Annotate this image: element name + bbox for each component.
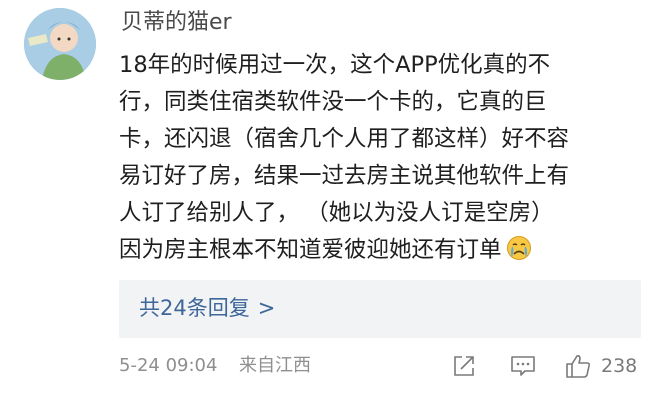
replies-panel: 共24条回复 >	[119, 280, 641, 338]
comment-line: 卡，还闪退（宿舍几个人用了都这样）好不容	[119, 126, 570, 152]
comment-footer: 5-24 09:04 来自江西 238	[119, 351, 649, 381]
like-count: 238	[601, 355, 638, 377]
comment-location: 来自江西	[239, 355, 311, 376]
comment-last-line: 因为房主根本不知道爱彼迎她还有订单	[119, 232, 639, 269]
replies-count-label: 共24条回复	[139, 296, 250, 320]
comment-icon	[511, 356, 535, 376]
comment-line: 易订好了房，结果一过去房主说其他软件上有	[119, 163, 570, 189]
comment-line: 人订了给别人了， （她以为没人订是空房）	[119, 200, 554, 226]
avatar-illustration	[24, 8, 96, 80]
comment-body: 18年的时候用过一次，这个APP优化真的不 行，同类住宿类软件没一个卡的，它真的…	[119, 47, 639, 269]
share-button[interactable]	[452, 353, 476, 379]
avatar[interactable]	[24, 8, 96, 80]
chevron-right-icon: >	[257, 296, 276, 320]
crying-face-emoji-icon	[506, 235, 532, 261]
comment-line: 18年的时候用过一次，这个APP优化真的不	[119, 52, 551, 78]
like-button[interactable]: 238	[565, 353, 637, 379]
comment-timestamp: 5-24 09:04	[119, 355, 218, 376]
share-icon	[454, 356, 474, 376]
thumbs-up-icon	[566, 355, 591, 378]
comment-button[interactable]	[510, 353, 536, 379]
comment-author[interactable]: 贝蒂的猫er	[121, 8, 232, 38]
comment-line: 行，同类住宿类软件没一个卡的，它真的巨	[119, 89, 547, 115]
view-replies-link[interactable]: 共24条回复 >	[139, 293, 275, 323]
comment-line-text: 因为房主根本不知道爱彼迎她还有订单	[119, 237, 502, 263]
